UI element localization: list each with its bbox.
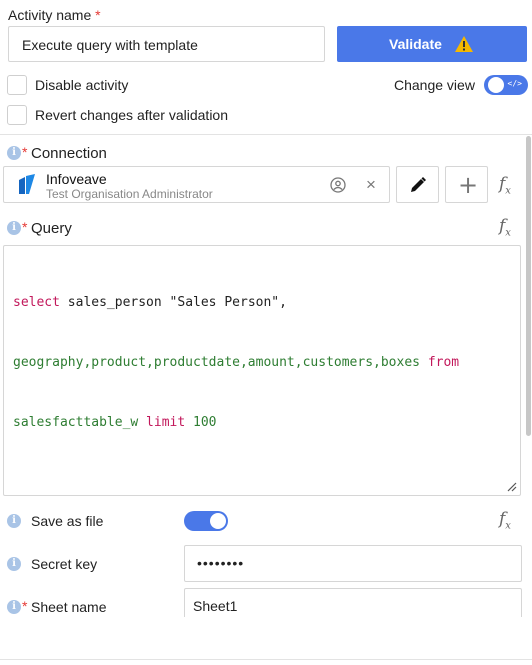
code-line-2: geography,product,productdate,amount,cus… (13, 355, 460, 370)
user-icon[interactable] (330, 177, 346, 193)
change-view-label: Change view (394, 77, 475, 93)
code-line-1: select sales_person "Sales Person", (13, 295, 287, 310)
code-line-3: salesfacttable_w limit 100 (13, 415, 217, 430)
validate-button[interactable]: Validate (337, 26, 527, 62)
connection-info-icon[interactable]: i (7, 146, 21, 160)
sheet-name-label: Sheet name (31, 599, 107, 615)
disable-activity-label: Disable activity (35, 77, 129, 93)
clear-icon[interactable]: × (366, 175, 376, 195)
warning-icon (455, 36, 473, 52)
change-view-toggle[interactable]: </> (484, 75, 528, 95)
pencil-icon (411, 177, 426, 192)
sheet-name-info-icon[interactable]: i (7, 600, 21, 614)
scrollbar-thumb[interactable] (526, 136, 531, 436)
query-required-mark: * (22, 219, 28, 235)
code-icon: </> (507, 79, 522, 88)
resize-handle-icon[interactable] (507, 482, 517, 492)
toggle-knob (210, 513, 226, 529)
activity-name-input[interactable]: Execute query with template (8, 26, 325, 62)
bottom-panel (0, 617, 532, 665)
bottom-divider (0, 659, 532, 660)
infoveave-logo-icon (19, 174, 35, 194)
add-connection-button[interactable]: + (445, 166, 488, 203)
validate-label: Validate (389, 36, 442, 52)
query-code: select sales_person "Sales Person", geog… (13, 253, 513, 473)
save-as-file-toggle[interactable] (184, 511, 228, 531)
section-divider (0, 134, 532, 135)
secret-key-label: Secret key (31, 556, 98, 572)
save-as-file-fx-icon[interactable]: fx (499, 509, 511, 531)
activity-name-label: Activity name * (8, 7, 101, 23)
query-info-icon[interactable]: i (7, 221, 21, 235)
query-label: Query (31, 220, 72, 237)
activity-name-value: Execute query with template (22, 37, 198, 53)
query-editor[interactable]: select sales_person "Sales Person", geog… (3, 245, 521, 496)
save-as-file-label: Save as file (31, 513, 104, 529)
revert-changes-label: Revert changes after validation (35, 107, 228, 123)
sheet-name-value: Sheet1 (193, 598, 238, 614)
connection-fx-icon[interactable]: fx (499, 174, 511, 196)
toggle-knob (488, 77, 504, 93)
sheet-name-required-mark: * (22, 598, 28, 614)
connection-select[interactable]: Infoveave Test Organisation Administrato… (3, 166, 390, 203)
disable-activity-checkbox[interactable] (7, 75, 27, 95)
secret-key-value: •••••••• (197, 555, 245, 571)
connection-label: Connection (31, 145, 107, 162)
secret-key-input[interactable]: •••••••• (184, 545, 522, 582)
connection-subtitle: Test Organisation Administrator (46, 187, 213, 201)
connection-required-mark: * (22, 144, 28, 160)
edit-connection-button[interactable] (396, 166, 439, 203)
query-fx-icon[interactable]: fx (499, 216, 511, 238)
save-as-file-info-icon[interactable]: i (7, 514, 21, 528)
revert-changes-checkbox[interactable] (7, 105, 27, 125)
plus-icon: + (458, 171, 479, 199)
connection-name: Infoveave (46, 171, 107, 187)
secret-key-info-icon[interactable]: i (7, 557, 21, 571)
